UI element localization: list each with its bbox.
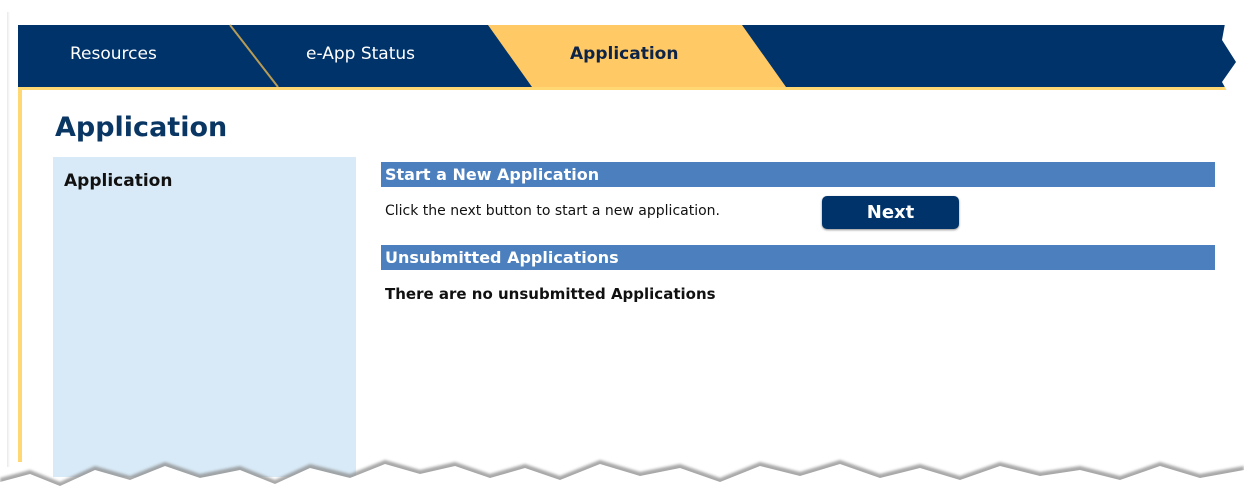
tab-resources[interactable]: Resources <box>70 44 157 64</box>
content-top-border <box>18 87 1244 90</box>
tab-application[interactable]: Application <box>570 44 678 64</box>
new-application-hint: Click the next button to start a new app… <box>385 203 720 219</box>
next-button[interactable]: Next <box>822 196 959 229</box>
section-header-unsubmitted: Unsubmitted Applications <box>381 245 1215 270</box>
sidebar: Application <box>53 157 356 477</box>
app-frame: Resources e-App Status Application Appli… <box>0 0 1244 489</box>
section-header-new-application: Start a New Application <box>381 162 1215 187</box>
content-left-border <box>18 87 22 462</box>
page-title: Application <box>55 112 228 143</box>
unsubmitted-empty-message: There are no unsubmitted Applications <box>385 285 716 303</box>
tab-eapp-status[interactable]: e-App Status <box>306 44 415 64</box>
sidebar-item-application[interactable]: Application <box>64 171 172 191</box>
